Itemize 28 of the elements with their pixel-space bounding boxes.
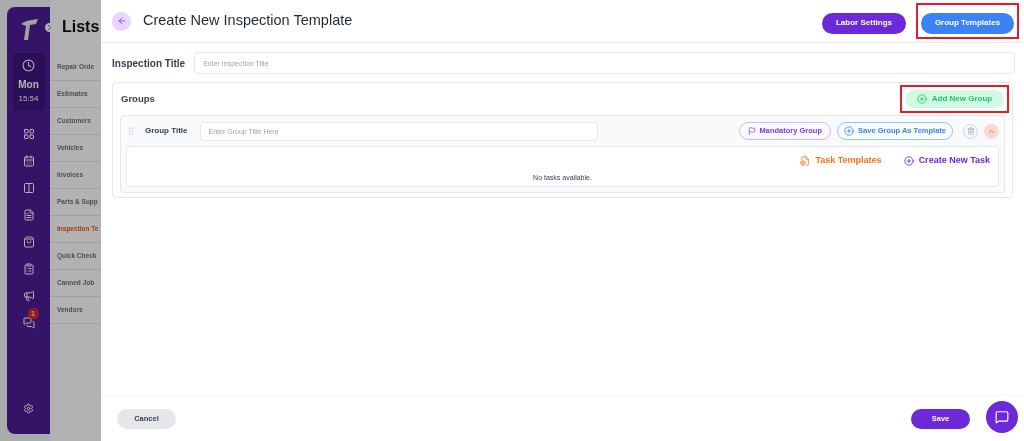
groups-title: Groups xyxy=(121,91,155,106)
grid-icon[interactable] xyxy=(22,128,35,140)
task-templates-link[interactable]: Task Templates xyxy=(800,154,882,168)
bag-icon[interactable] xyxy=(22,236,35,248)
columns-icon[interactable] xyxy=(22,182,35,194)
drawer-title: Create New Inspection Template xyxy=(143,11,353,31)
settings-icon[interactable] xyxy=(23,403,34,414)
drag-handle-icon[interactable] xyxy=(126,126,136,136)
clipboard-icon[interactable] xyxy=(22,263,35,275)
calendar-icon[interactable] xyxy=(22,155,35,167)
create-task-link[interactable]: Create New Task xyxy=(903,154,990,168)
time-label: 15:54 xyxy=(18,93,39,105)
notification-badge: 1 xyxy=(27,308,39,319)
back-arrow-icon xyxy=(116,16,127,26)
group-title-label: Group Title xyxy=(145,125,188,137)
flag-icon xyxy=(747,127,756,135)
trash-icon xyxy=(966,127,975,135)
document-icon[interactable] xyxy=(22,209,35,221)
expand-icon[interactable] xyxy=(45,23,54,32)
chat-icon[interactable] xyxy=(22,317,35,329)
day-label: Mon xyxy=(18,78,39,92)
megaphone-icon[interactable] xyxy=(22,290,35,302)
header-button[interactable]: Labor Settings xyxy=(822,12,906,34)
clock-icon xyxy=(22,59,35,72)
header-button[interactable]: Group Templates xyxy=(921,12,1014,34)
chat-icon xyxy=(995,410,1009,424)
lists-title: Lists xyxy=(62,17,100,37)
field-label: Inspection Title xyxy=(112,56,186,71)
